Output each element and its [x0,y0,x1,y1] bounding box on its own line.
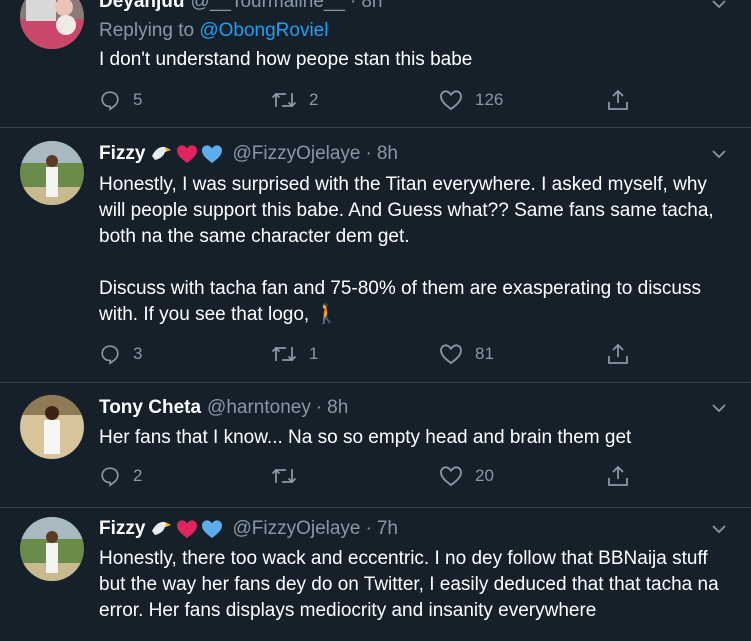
reply-count: 3 [133,344,143,363]
heart-icon [440,344,462,365]
retweet-icon [271,92,297,108]
tweet-text: Honestly, there too wack and eccentric. … [99,546,724,624]
replying-to: Replying to @ObongRoviel [99,20,328,42]
separator-dot: · [315,397,323,418]
eagle-emoji [152,521,172,535]
reply-button[interactable]: 3 [99,343,142,365]
display-name[interactable]: Deyanjuu [99,0,185,13]
tweet-actions: 2 20 [99,464,639,488]
reply-count: 5 [133,90,143,109]
tweet-paragraph: Her fans that I know... Na so so empty h… [99,427,632,448]
display-name[interactable]: Tony Cheta [99,397,201,419]
display-name[interactable]: Fizzy [99,143,145,165]
reply-button[interactable]: 5 [99,89,142,111]
tweet-header: Tony Cheta @harntoney · 8h [99,395,348,421]
tweet-text: I don't understand how peope stan this b… [99,47,724,73]
reply-icon [101,345,119,365]
chevron-down-icon[interactable] [711,400,727,416]
chevron-down-icon[interactable] [711,146,727,162]
timestamp[interactable]: 8h [361,0,382,13]
retweet-icon [271,468,297,484]
retweet-button[interactable]: 1 [271,343,318,365]
chevron-down-icon[interactable] [711,0,727,12]
retweet-button[interactable] [271,465,309,487]
tweet-text: Honestly, I was surprised with the Titan… [99,172,724,328]
blue-heart-emoji [202,520,223,539]
eagle-emoji [152,146,172,160]
timestamp[interactable]: 8h [377,143,398,165]
tweet-header: Deyanjuu @__Tourmaline__ · 8h [99,0,383,15]
tweet-paragraph: Honestly, there too wack and eccentric. … [99,548,719,621]
retweet-count: 1 [309,344,319,363]
tweet-actions: 5 2 126 [99,88,639,112]
tweet-header: Fizzy @FizzyOjelaye · 8h [99,141,398,167]
tweet[interactable]: Fizzy @FizzyOjelaye · 8h Honestly, I was… [0,128,751,383]
like-count: 126 [475,90,504,109]
reply-icon [101,91,119,111]
retweet-icon [271,346,297,362]
tweet-thread: Deyanjuu @__Tourmaline__ · 8h Replying t… [0,0,751,641]
avatar[interactable] [20,0,84,49]
reply-icon [101,467,119,487]
like-button[interactable]: 20 [439,465,494,487]
red-heart-emoji [177,145,198,164]
share-icon [608,89,628,110]
display-name[interactable]: Fizzy [99,518,145,540]
avatar[interactable] [20,517,84,581]
red-heart-emoji [177,520,198,539]
user-handle[interactable]: @__Tourmaline__ [191,0,346,13]
user-handle[interactable]: @FizzyOjelaye [232,518,360,540]
share-button[interactable] [607,343,641,365]
replying-to-label: Replying to [99,20,195,41]
heart-icon [440,466,462,487]
tweet-paragraph: Discuss with tacha fan and 75-80% of the… [99,278,701,325]
heart-icon [440,90,462,111]
timestamp[interactable]: 7h [377,518,398,540]
timestamp[interactable]: 8h [327,397,348,419]
tweet-text: Her fans that I know... Na so so empty h… [99,425,724,451]
like-count: 81 [475,344,494,363]
blue-heart-emoji [202,145,223,164]
retweet-count: 2 [309,90,319,109]
separator-dot: · [365,143,372,164]
tweet-paragraph: Honestly, I was surprised with the Titan… [99,174,714,247]
tweet[interactable]: Deyanjuu @__Tourmaline__ · 8h Replying t… [0,0,751,128]
avatar[interactable] [20,395,84,459]
share-button[interactable] [607,465,641,487]
retweet-button[interactable]: 2 [271,89,318,111]
tweet-header: Fizzy @FizzyOjelaye · 7h [99,516,398,542]
tweet[interactable]: Fizzy @FizzyOjelaye · 7h Honestly, there… [0,508,751,641]
chevron-down-icon[interactable] [711,521,727,537]
tweet[interactable]: Tony Cheta @harntoney · 8h Her fans that… [0,383,751,508]
avatar[interactable] [20,141,84,205]
reply-count: 2 [133,466,143,485]
share-icon [608,343,628,364]
share-button[interactable] [607,89,641,111]
like-button[interactable]: 81 [439,343,494,365]
user-handle[interactable]: @harntoney [207,397,311,419]
reply-button[interactable]: 2 [99,465,142,487]
tweet-actions: 3 1 81 [99,342,639,366]
separator-dot: · [350,0,357,12]
replying-to-link[interactable]: @ObongRoviel [199,20,328,41]
like-button[interactable]: 126 [439,89,503,111]
tweet-paragraph: I don't understand how peope stan this b… [99,49,473,70]
user-handle[interactable]: @FizzyOjelaye [232,143,360,165]
like-count: 20 [475,466,494,485]
share-icon [608,465,628,486]
separator-dot: · [365,518,372,539]
